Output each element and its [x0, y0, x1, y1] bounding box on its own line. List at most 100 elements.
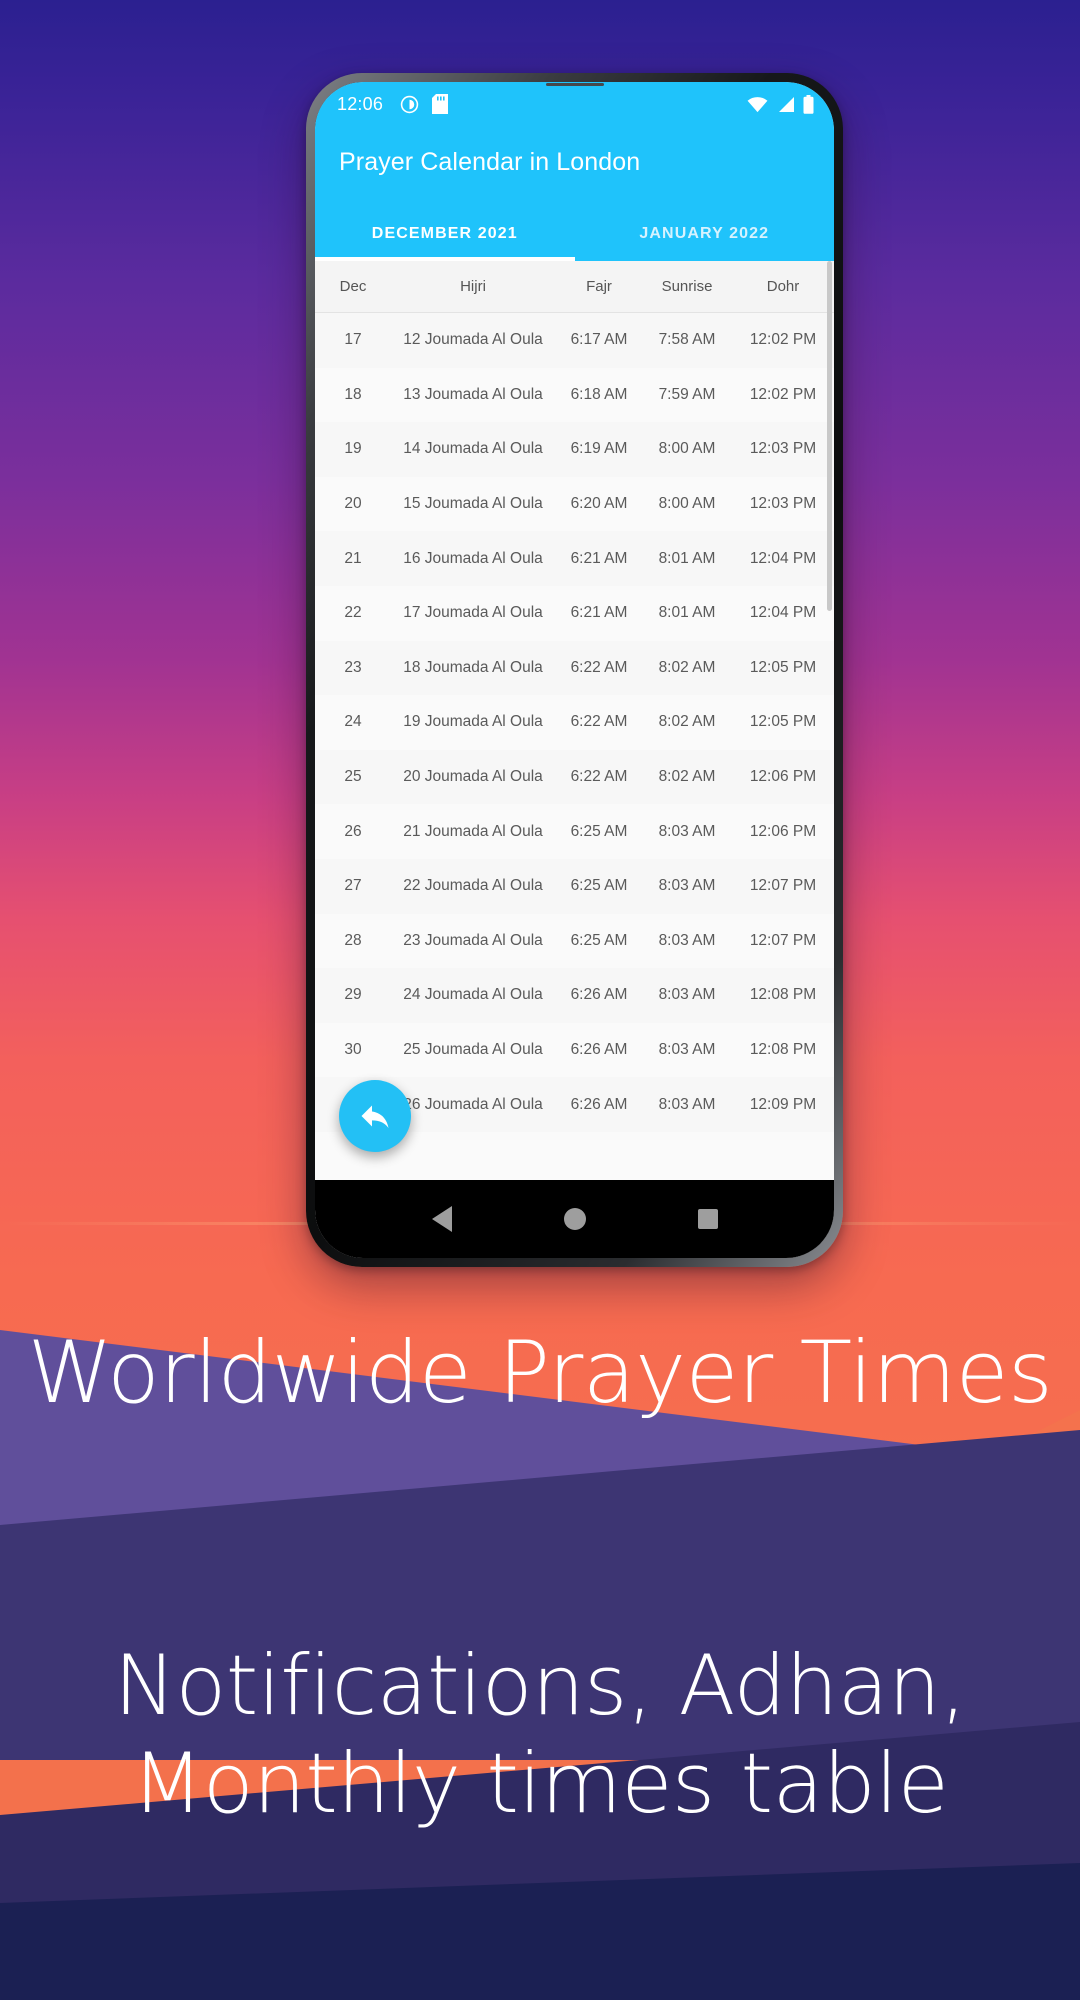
cell-fajr: 6:22 AM [570, 713, 628, 731]
phone-mockup: 12:06 Prayer Calendar in London DECEMBER… [306, 73, 843, 1267]
cell-dohr: 12:03 PM [749, 495, 817, 513]
phone-screen: 12:06 Prayer Calendar in London DECEMBER… [315, 82, 834, 1258]
cell-hijri: 25 Joumada Al Oula [403, 1041, 543, 1059]
cell-fajr: 6:21 AM [570, 604, 628, 622]
cell-sunrise: 8:03 AM [658, 986, 716, 1004]
status-bar-right-icons [747, 94, 814, 114]
table-row[interactable]: 25 20 Joumada Al Oula 6:22 AM 8:02 AM 12:06 … [315, 749, 834, 805]
cell-fajr: 6:25 AM [570, 931, 628, 949]
cell-hijri: 14 Joumada Al Oula [403, 440, 543, 458]
nav-home-button[interactable] [562, 1206, 588, 1232]
app-bar: 12:06 Prayer Calendar in London DECEMBER… [315, 82, 834, 261]
battery-icon [803, 94, 814, 114]
cell-day: 24 [344, 713, 362, 731]
cell-dohr: 12:07 PM [749, 877, 817, 895]
cell-fajr: 6:26 AM [570, 1095, 628, 1113]
table-row[interactable]: 20 15 Joumada Al Oula 6:20 AM 8:00 AM 12:03 … [315, 477, 834, 532]
status-bar-clock: 12:06 [337, 93, 384, 114]
cell-fajr: 6:26 AM [570, 1041, 628, 1059]
cell-hijri: 23 Joumada Al Oula [403, 931, 543, 949]
cell-hijri: 12 Joumada Al Oula [403, 331, 543, 349]
column-header-sunrise: Sunrise [661, 278, 713, 295]
table-row[interactable]: 29 24 Joumada Al Oula 6:26 AM 8:03 AM 12:08 … [315, 968, 834, 1023]
cell-fajr: 6:22 AM [570, 768, 628, 786]
column-header-fajr: Fajr [586, 278, 612, 295]
prayer-times-table[interactable]: Dec Hijri Fajr Sunrise Dohr 17 12 Joumada… [315, 261, 834, 1180]
nav-back-button[interactable] [429, 1206, 455, 1232]
cell-day: 18 [344, 385, 362, 403]
cell-fajr: 6:19 AM [570, 440, 628, 458]
table-body: 17 12 Joumada Al Oula 6:17 AM 7:58 AM 12:02 … [315, 313, 834, 1132]
cell-fajr: 6:18 AM [570, 385, 628, 403]
cell-hijri: 13 Joumada Al Oula [403, 385, 543, 403]
cell-sunrise: 8:00 AM [658, 440, 716, 458]
status-bar-left-icons [400, 94, 449, 114]
cell-dohr: 12:06 PM [749, 822, 817, 840]
cell-hijri: 26 Joumada Al Oula [403, 1095, 543, 1113]
cell-hijri: 15 Joumada Al Oula [403, 495, 543, 513]
cell-day: 29 [344, 986, 362, 1004]
cell-day: 22 [344, 604, 362, 622]
data-saver-icon [400, 95, 419, 113]
cell-fajr: 6:21 AM [570, 549, 628, 567]
back-fab-button[interactable] [339, 1080, 411, 1152]
cell-sunrise: 8:03 AM [658, 1095, 716, 1113]
tab-december-2021[interactable]: DECEMBER 2021 [315, 207, 575, 261]
phone-bezel: 12:06 Prayer Calendar in London DECEMBER… [315, 82, 834, 1258]
cell-day: 19 [344, 440, 362, 458]
cell-sunrise: 8:02 AM [658, 658, 716, 676]
android-navigation-bar[interactable] [315, 1180, 834, 1258]
month-tab-bar[interactable]: DECEMBER 2021 JANUARY 2022 [315, 207, 834, 261]
table-row[interactable]: 17 12 Joumada Al Oula 6:17 AM 7:58 AM 12:02 … [315, 313, 834, 368]
cell-fajr: 6:20 AM [570, 495, 628, 513]
table-header-row: Dec Hijri Fajr Sunrise Dohr [315, 261, 834, 313]
table-row[interactable]: 19 14 Joumada Al Oula 6:19 AM 8:00 AM 12:03 … [315, 422, 834, 477]
cell-day: 21 [344, 549, 362, 567]
cell-hijri: 22 Joumada Al Oula [403, 877, 543, 895]
cell-dohr: 12:08 PM [749, 986, 817, 1004]
cell-fajr: 6:25 AM [570, 822, 628, 840]
table-row[interactable]: 22 17 Joumada Al Oula 6:21 AM 8:01 AM 12:04 … [315, 586, 834, 641]
cell-sunrise: 8:03 AM [658, 877, 716, 895]
wifi-icon [747, 96, 768, 112]
reply-back-arrow-icon [361, 1105, 389, 1128]
cell-hijri: 19 Joumada Al Oula [403, 713, 543, 731]
cell-fajr: 6:26 AM [570, 986, 628, 1004]
cell-day: 30 [344, 1041, 362, 1059]
cell-sunrise: 8:02 AM [658, 768, 716, 786]
table-row[interactable]: 23 18 Joumada Al Oula 6:22 AM 8:02 AM 12:05 … [315, 640, 834, 696]
nav-recents-button[interactable] [695, 1206, 721, 1232]
table-row[interactable]: 27 22 Joumada Al Oula 6:25 AM 8:03 AM 12:07 … [315, 858, 834, 914]
back-icon [431, 1206, 452, 1232]
cellular-signal-icon [779, 96, 794, 112]
cell-dohr: 12:07 PM [749, 931, 817, 949]
table-row[interactable]: 24 19 Joumada Al Oula 6:22 AM 8:02 AM 12:05 … [315, 695, 834, 750]
tab-january-2022[interactable]: JANUARY 2022 [575, 207, 835, 261]
cell-dohr: 12:03 PM [749, 440, 817, 458]
earpiece-speaker [545, 83, 604, 86]
promo-screenshot: 12:06 Prayer Calendar in London DECEMBER… [0, 0, 1080, 2000]
cell-dohr: 12:05 PM [749, 658, 817, 676]
home-icon [563, 1208, 586, 1230]
table-row[interactable]: 21 16 Joumada Al Oula 6:21 AM 8:01 AM 12:04 … [315, 531, 834, 586]
cell-sunrise: 8:03 AM [658, 1041, 716, 1059]
cell-fajr: 6:17 AM [570, 331, 628, 349]
cell-fajr: 6:22 AM [570, 658, 628, 676]
column-header-day: Dec [339, 278, 367, 295]
vertical-scrollbar[interactable] [827, 261, 832, 611]
cell-sunrise: 8:00 AM [658, 495, 716, 513]
cell-sunrise: 7:59 AM [658, 385, 716, 403]
status-bar: 12:06 [315, 82, 834, 126]
promo-headline-primary: Worldwide Prayer Times [27, 1323, 1053, 1423]
cell-day: 27 [344, 877, 362, 895]
table-row[interactable]: 30 25 Joumada Al Oula 6:26 AM 8:03 AM 12:08 … [315, 1023, 834, 1078]
column-header-hijri: Hijri [460, 278, 486, 295]
cell-hijri: 18 Joumada Al Oula [403, 658, 543, 676]
cell-dohr: 12:06 PM [749, 768, 817, 786]
cell-day: 20 [344, 495, 362, 513]
cell-sunrise: 8:03 AM [658, 822, 716, 840]
cell-dohr: 12:04 PM [749, 604, 817, 622]
table-row[interactable]: 18 13 Joumada Al Oula 6:18 AM 7:59 AM 12:02 … [315, 368, 834, 423]
table-row[interactable]: 26 21 Joumada Al Oula 6:25 AM 8:03 AM 12:06 … [315, 804, 834, 859]
table-row[interactable]: 28 23 Joumada Al Oula 6:25 AM 8:03 AM 12:07 … [315, 914, 834, 969]
